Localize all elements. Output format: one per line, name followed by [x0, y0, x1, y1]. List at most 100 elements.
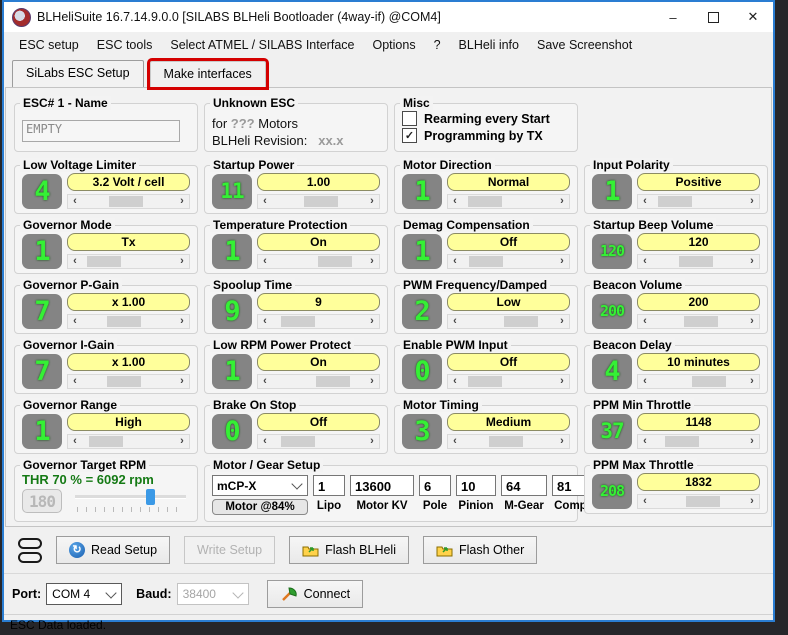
scrollbar-thumb[interactable]: [468, 376, 502, 387]
param-scrollbar[interactable]: ‹ ›: [637, 314, 760, 329]
scroll-right-arrow-icon[interactable]: ›: [365, 435, 379, 448]
scroll-left-arrow-icon[interactable]: ‹: [638, 435, 652, 448]
scroll-left-arrow-icon[interactable]: ‹: [638, 375, 652, 388]
param-scrollbar[interactable]: ‹ ›: [67, 194, 190, 209]
scrollbar-thumb[interactable]: [109, 196, 143, 207]
scroll-left-arrow-icon[interactable]: ‹: [68, 375, 82, 388]
param-scrollbar[interactable]: ‹ ›: [447, 254, 570, 269]
param-scrollbar[interactable]: ‹ ›: [257, 314, 380, 329]
rearming-checkbox-row[interactable]: Rearming every Start: [402, 111, 570, 126]
scroll-right-arrow-icon[interactable]: ›: [555, 375, 569, 388]
scrollbar-thumb[interactable]: [281, 436, 315, 447]
scroll-left-arrow-icon[interactable]: ‹: [448, 195, 462, 208]
param-scrollbar[interactable]: ‹ ›: [257, 194, 380, 209]
close-button[interactable]: ✕: [733, 2, 773, 32]
menu-item-save-screenshot[interactable]: Save Screenshot: [528, 34, 641, 56]
param-scrollbar[interactable]: ‹ ›: [67, 254, 190, 269]
scroll-left-arrow-icon[interactable]: ‹: [448, 375, 462, 388]
scroll-left-arrow-icon[interactable]: ‹: [258, 435, 272, 448]
param-scrollbar[interactable]: ‹ ›: [637, 374, 760, 389]
governor-target-slider[interactable]: [75, 489, 190, 513]
menu-item-esc-setup[interactable]: ESC setup: [10, 34, 88, 56]
scroll-right-arrow-icon[interactable]: ›: [745, 495, 759, 508]
motor-gear-input[interactable]: 6: [419, 475, 451, 496]
scroll-left-arrow-icon[interactable]: ‹: [258, 195, 272, 208]
scroll-right-arrow-icon[interactable]: ›: [555, 315, 569, 328]
menu-item--[interactable]: ?: [425, 34, 450, 56]
param-scrollbar[interactable]: ‹ ›: [637, 434, 760, 449]
esc-multi-select-icon[interactable]: [18, 538, 42, 563]
motor-gear-input[interactable]: 13600: [350, 475, 414, 496]
esc-name-input[interactable]: EMPTY: [22, 120, 180, 142]
scrollbar-thumb[interactable]: [469, 256, 503, 267]
scroll-right-arrow-icon[interactable]: ›: [555, 195, 569, 208]
scrollbar-thumb[interactable]: [686, 496, 720, 507]
scrollbar-thumb[interactable]: [89, 436, 123, 447]
scroll-left-arrow-icon[interactable]: ‹: [68, 435, 82, 448]
param-scrollbar[interactable]: ‹ ›: [447, 314, 570, 329]
param-scrollbar[interactable]: ‹ ›: [447, 194, 570, 209]
scrollbar-thumb[interactable]: [281, 316, 315, 327]
scrollbar-thumb[interactable]: [489, 436, 523, 447]
flash-other-button[interactable]: Flash Other: [423, 536, 537, 564]
scroll-right-arrow-icon[interactable]: ›: [365, 315, 379, 328]
scroll-right-arrow-icon[interactable]: ›: [745, 195, 759, 208]
scrollbar-thumb[interactable]: [665, 436, 699, 447]
scroll-right-arrow-icon[interactable]: ›: [555, 435, 569, 448]
scroll-left-arrow-icon[interactable]: ‹: [258, 375, 272, 388]
param-scrollbar[interactable]: ‹ ›: [257, 374, 380, 389]
scroll-left-arrow-icon[interactable]: ‹: [638, 315, 652, 328]
param-scrollbar[interactable]: ‹ ›: [447, 374, 570, 389]
scrollbar-thumb[interactable]: [684, 316, 718, 327]
maximize-button[interactable]: [693, 2, 733, 32]
scroll-right-arrow-icon[interactable]: ›: [555, 255, 569, 268]
scrollbar-thumb[interactable]: [679, 256, 713, 267]
port-select[interactable]: COM 4: [46, 583, 122, 605]
menu-item-options[interactable]: Options: [363, 34, 424, 56]
param-scrollbar[interactable]: ‹ ›: [67, 314, 190, 329]
scroll-left-arrow-icon[interactable]: ‹: [68, 255, 82, 268]
scroll-right-arrow-icon[interactable]: ›: [745, 375, 759, 388]
scroll-right-arrow-icon[interactable]: ›: [175, 315, 189, 328]
read-setup-button[interactable]: ↻ Read Setup: [56, 536, 170, 564]
flash-blheli-button[interactable]: Flash BLHeli: [289, 536, 409, 564]
menu-item-select-atmel-silabs-interface[interactable]: Select ATMEL / SILABS Interface: [161, 34, 363, 56]
scroll-right-arrow-icon[interactable]: ›: [745, 255, 759, 268]
param-scrollbar[interactable]: ‹ ›: [637, 254, 760, 269]
scrollbar-thumb[interactable]: [107, 316, 141, 327]
scroll-right-arrow-icon[interactable]: ›: [175, 375, 189, 388]
scrollbar-thumb[interactable]: [87, 256, 121, 267]
connect-button[interactable]: Connect: [267, 580, 364, 608]
scroll-right-arrow-icon[interactable]: ›: [365, 375, 379, 388]
motor-gear-input[interactable]: 64: [501, 475, 547, 496]
scrollbar-thumb[interactable]: [107, 376, 141, 387]
param-scrollbar[interactable]: ‹ ›: [257, 254, 380, 269]
scrollbar-thumb[interactable]: [468, 196, 502, 207]
param-scrollbar[interactable]: ‹ ›: [67, 374, 190, 389]
param-scrollbar[interactable]: ‹ ›: [637, 194, 760, 209]
tab-make-interfaces[interactable]: Make interfaces: [150, 61, 266, 87]
motor-gear-input[interactable]: 10: [456, 475, 496, 496]
param-scrollbar[interactable]: ‹ ›: [637, 494, 760, 509]
minimize-button[interactable]: –: [653, 2, 693, 32]
motor-percent-button[interactable]: Motor @84%: [212, 499, 308, 515]
scroll-left-arrow-icon[interactable]: ‹: [638, 255, 652, 268]
scroll-right-arrow-icon[interactable]: ›: [365, 195, 379, 208]
menu-item-esc-tools[interactable]: ESC tools: [88, 34, 162, 56]
param-scrollbar[interactable]: ‹ ›: [447, 434, 570, 449]
menu-item-blheli-info[interactable]: BLHeli info: [450, 34, 528, 56]
scroll-right-arrow-icon[interactable]: ›: [175, 435, 189, 448]
scrollbar-thumb[interactable]: [304, 196, 338, 207]
slider-thumb[interactable]: [146, 489, 155, 505]
scroll-right-arrow-icon[interactable]: ›: [175, 255, 189, 268]
scroll-right-arrow-icon[interactable]: ›: [745, 315, 759, 328]
scrollbar-thumb[interactable]: [504, 316, 538, 327]
scroll-left-arrow-icon[interactable]: ‹: [68, 315, 82, 328]
scroll-left-arrow-icon[interactable]: ‹: [448, 315, 462, 328]
scroll-left-arrow-icon[interactable]: ‹: [68, 195, 82, 208]
scroll-left-arrow-icon[interactable]: ‹: [258, 315, 272, 328]
scrollbar-thumb[interactable]: [658, 196, 692, 207]
rearming-checkbox[interactable]: [402, 111, 417, 126]
scroll-right-arrow-icon[interactable]: ›: [175, 195, 189, 208]
scrollbar-thumb[interactable]: [318, 256, 352, 267]
